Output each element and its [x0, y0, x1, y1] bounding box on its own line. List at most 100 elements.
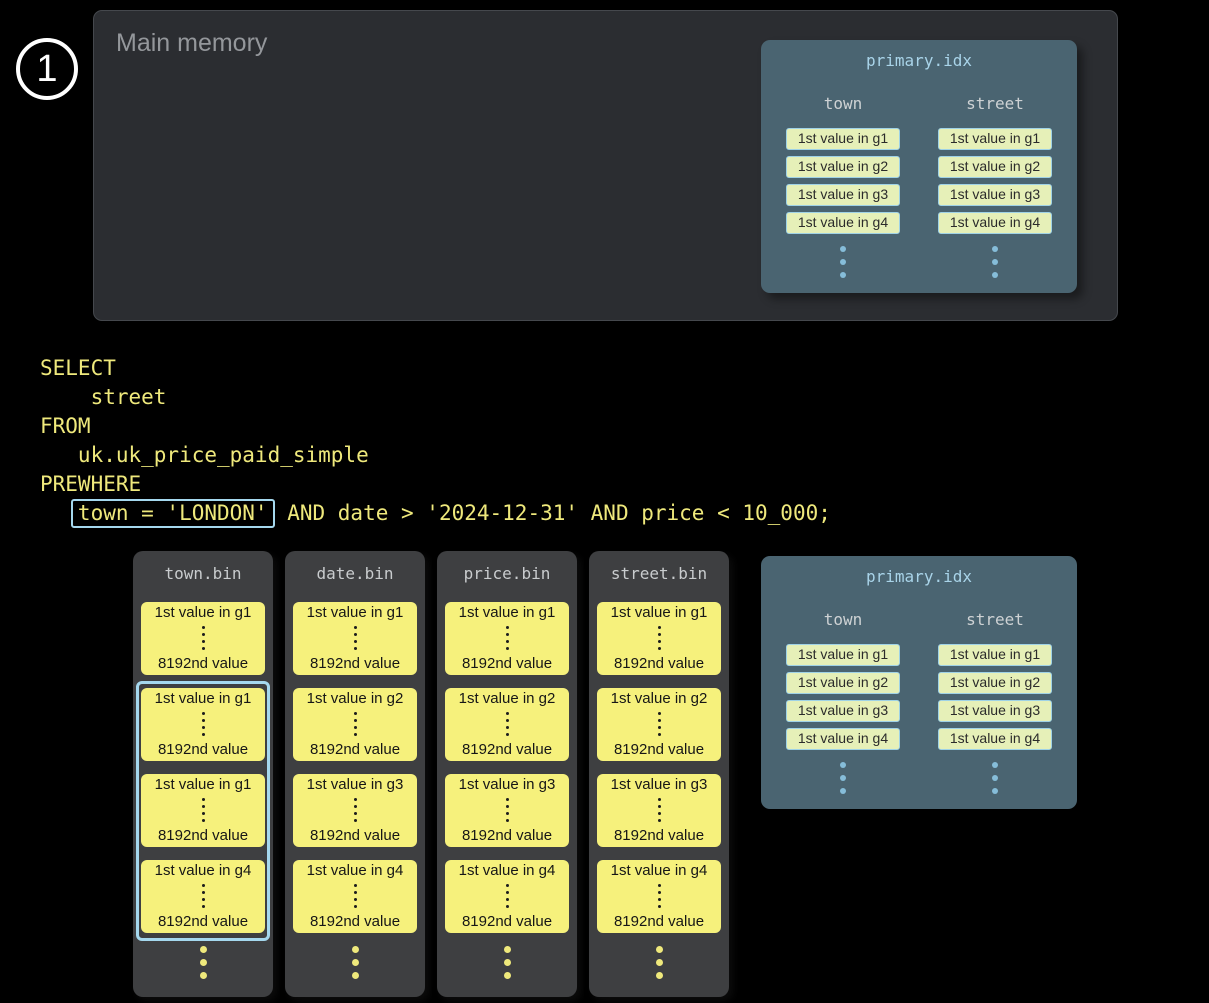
ellipsis-dots	[506, 884, 509, 908]
sql-query: SELECT street FROM uk.uk_price_paid_simp…	[40, 354, 831, 528]
granule-block: 1st value in g4 8192nd value	[445, 860, 569, 933]
ellipsis-dots	[658, 884, 661, 908]
ellipsis-dots	[202, 884, 205, 908]
more-marks-dots	[786, 246, 900, 278]
block-last-value: 8192nd value	[310, 827, 400, 844]
idx-mark-cell: 1st value in g3	[938, 184, 1052, 206]
idx-column-town: town 1st value in g1 1st value in g2 1st…	[786, 586, 900, 794]
block-last-value: 8192nd value	[462, 655, 552, 672]
ellipsis-dots	[354, 798, 357, 822]
idx-column-header: town	[786, 96, 900, 112]
highlighted-predicate: town = 'LONDON'	[71, 499, 275, 528]
ellipsis-dots	[506, 626, 509, 650]
granule-block: 1st value in g1 8192nd value	[597, 602, 721, 675]
idx-mark-cell: 1st value in g4	[786, 728, 900, 750]
block-last-value: 8192nd value	[614, 655, 704, 672]
idx-mark-cell: 1st value in g1	[938, 644, 1052, 666]
ellipsis-dots	[658, 798, 661, 822]
sql-table-name: uk.uk_price_paid_simple	[40, 441, 831, 470]
block-first-value: 1st value in g3	[459, 776, 556, 793]
idx-mark-cell: 1st value in g1	[786, 128, 900, 150]
primary-idx-panel-disk: primary.idx town 1st value in g1 1st val…	[761, 556, 1077, 809]
block-last-value: 8192nd value	[158, 655, 248, 672]
granule-block: 1st value in g4 8192nd value	[597, 860, 721, 933]
granule-block: 1st value in g3 8192nd value	[597, 774, 721, 847]
block-first-value: 1st value in g2	[459, 690, 556, 707]
idx-mark-cell: 1st value in g4	[786, 212, 900, 234]
bin-title: street.bin	[589, 565, 729, 582]
idx-mark-cell: 1st value in g4	[938, 212, 1052, 234]
ellipsis-dots	[658, 712, 661, 736]
idx-mark-cell: 1st value in g2	[938, 156, 1052, 178]
idx-column-header: street	[938, 612, 1052, 628]
block-first-value: 1st value in g1	[155, 776, 252, 793]
granule-block: 1st value in g4 8192nd value	[293, 860, 417, 933]
block-last-value: 8192nd value	[462, 913, 552, 930]
block-last-value: 8192nd value	[462, 741, 552, 758]
idx-mark-cell: 1st value in g2	[786, 156, 900, 178]
step-number-badge: 1	[16, 38, 78, 100]
block-first-value: 1st value in g4	[459, 862, 556, 879]
idx-column-header: town	[786, 612, 900, 628]
more-marks-dots	[786, 762, 900, 794]
sql-prewhere-keyword: PREWHERE	[40, 470, 831, 499]
sql-select-keyword: SELECT	[40, 354, 831, 383]
block-last-value: 8192nd value	[158, 741, 248, 758]
block-first-value: 1st value in g1	[155, 604, 252, 621]
block-first-value: 1st value in g1	[611, 604, 708, 621]
ellipsis-dots	[506, 798, 509, 822]
block-first-value: 1st value in g2	[611, 690, 708, 707]
more-granules-dots	[437, 946, 577, 979]
block-first-value: 1st value in g1	[155, 690, 252, 707]
block-first-value: 1st value in g4	[155, 862, 252, 879]
bin-column-date: date.bin 1st value in g1 8192nd value 1s…	[285, 551, 425, 997]
ellipsis-dots	[658, 626, 661, 650]
idx-mark-cell: 1st value in g3	[938, 700, 1052, 722]
granule-block: 1st value in g1 8192nd value	[445, 602, 569, 675]
idx-column-town: town 1st value in g1 1st value in g2 1st…	[786, 70, 900, 278]
idx-column-street: street 1st value in g1 1st value in g2 1…	[938, 586, 1052, 794]
bin-column-street: street.bin 1st value in g1 8192nd value …	[589, 551, 729, 997]
granule-block: 1st value in g2 8192nd value	[445, 688, 569, 761]
primary-idx-title: primary.idx	[761, 40, 1077, 70]
ellipsis-dots	[354, 712, 357, 736]
bin-column-price: price.bin 1st value in g1 8192nd value 1…	[437, 551, 577, 997]
sql-select-column: street	[40, 383, 831, 412]
more-granules-dots	[133, 946, 273, 979]
idx-mark-cell: 1st value in g2	[938, 672, 1052, 694]
granule-block: 1st value in g3 8192nd value	[293, 774, 417, 847]
block-last-value: 8192nd value	[462, 827, 552, 844]
primary-idx-title: primary.idx	[761, 556, 1077, 586]
block-last-value: 8192nd value	[614, 827, 704, 844]
idx-mark-cell: 1st value in g1	[938, 128, 1052, 150]
block-last-value: 8192nd value	[614, 741, 704, 758]
sql-prewhere-condition: town = 'LONDON' AND date > '2024-12-31' …	[40, 499, 831, 528]
sql-from-keyword: FROM	[40, 412, 831, 441]
block-first-value: 1st value in g2	[307, 690, 404, 707]
granule-block: 1st value in g1 8192nd value	[293, 602, 417, 675]
ellipsis-dots	[354, 626, 357, 650]
block-first-value: 1st value in g1	[459, 604, 556, 621]
main-memory-title: Main memory	[116, 29, 267, 58]
more-marks-dots	[938, 762, 1052, 794]
granule-block: 1st value in g2 8192nd value	[293, 688, 417, 761]
granule-block: 1st value in g1 8192nd value	[141, 774, 265, 847]
sql-condition-rest: AND date > '2024-12-31' AND price < 10_0…	[275, 501, 831, 525]
granule-block: 1st value in g3 8192nd value	[445, 774, 569, 847]
granule-block: 1st value in g4 8192nd value	[141, 860, 265, 933]
ellipsis-dots	[202, 712, 205, 736]
bin-title: date.bin	[285, 565, 425, 582]
block-first-value: 1st value in g1	[307, 604, 404, 621]
idx-mark-cell: 1st value in g1	[786, 644, 900, 666]
granule-block: 1st value in g1 8192nd value	[141, 688, 265, 761]
block-first-value: 1st value in g3	[307, 776, 404, 793]
bin-title: price.bin	[437, 565, 577, 582]
idx-mark-cell: 1st value in g3	[786, 184, 900, 206]
block-first-value: 1st value in g4	[611, 862, 708, 879]
primary-idx-panel-memory: primary.idx town 1st value in g1 1st val…	[761, 40, 1077, 293]
block-first-value: 1st value in g3	[611, 776, 708, 793]
bin-column-town: town.bin 1st value in g1 8192nd value 1s…	[133, 551, 273, 997]
granule-block: 1st value in g2 8192nd value	[597, 688, 721, 761]
block-last-value: 8192nd value	[158, 913, 248, 930]
ellipsis-dots	[202, 626, 205, 650]
